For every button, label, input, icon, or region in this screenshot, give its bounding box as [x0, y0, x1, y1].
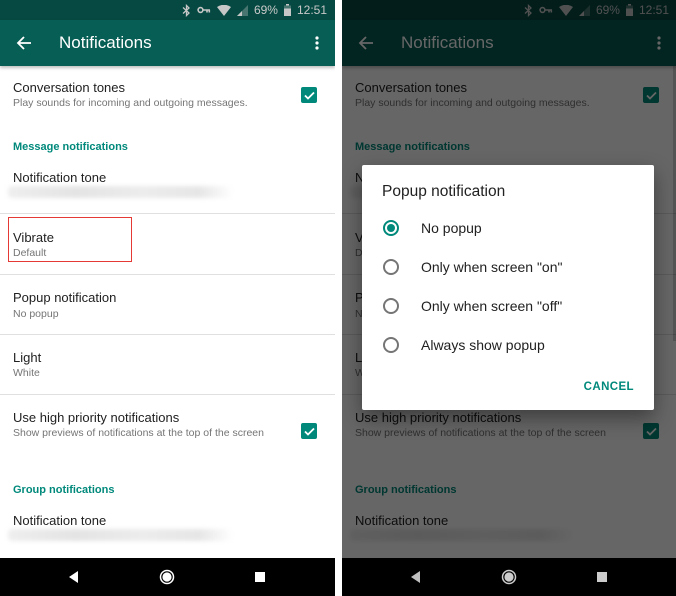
battery-icon	[283, 3, 291, 17]
pref-conversation-tones[interactable]: Conversation tones Play sounds for incom…	[0, 66, 335, 126]
blurred-summary	[8, 186, 233, 198]
app-bar: Notifications	[0, 20, 335, 66]
radio-button[interactable]	[383, 298, 399, 314]
highlight-box	[8, 217, 132, 262]
nav-recents-button[interactable]	[592, 567, 612, 587]
check-icon	[303, 91, 315, 100]
pref-title: Light	[13, 350, 42, 365]
nav-home-icon	[159, 569, 175, 585]
pref-light[interactable]: Light White	[0, 335, 335, 395]
pref-title: Notification tone	[13, 513, 107, 528]
option-only-screen-off[interactable]: Only when screen "off"	[362, 288, 654, 324]
nav-home-button[interactable]	[499, 567, 519, 587]
option-label: No popup	[421, 220, 482, 236]
blurred-summary	[8, 529, 233, 541]
popup-notification-dialog: Popup notification No popup Only when sc…	[362, 165, 654, 410]
status-bar: 69% 12:51	[0, 0, 335, 20]
pref-message-notification-tone[interactable]: Notification tone	[0, 158, 335, 213]
pref-title: Use high priority notifications	[13, 410, 180, 425]
navigation-bar	[342, 558, 676, 596]
pref-high-priority[interactable]: Use high priority notifications Show pre…	[0, 395, 335, 465]
arrow-back-icon	[16, 36, 31, 50]
vpn-key-icon	[197, 3, 211, 17]
navigation-bar	[0, 558, 335, 596]
clock: 12:51	[296, 3, 327, 17]
cell-signal-icon	[236, 3, 248, 17]
pref-group-notification-tone[interactable]: Notification tone	[0, 501, 335, 556]
option-label: Only when screen "off"	[421, 298, 563, 314]
cancel-button[interactable]: CANCEL	[584, 380, 634, 394]
radio-button[interactable]	[383, 259, 399, 275]
nav-recents-icon	[597, 572, 607, 582]
high-priority-checkbox[interactable]	[301, 423, 317, 439]
nav-back-icon	[69, 571, 78, 583]
dialog-title: Popup notification	[382, 183, 506, 200]
pref-title: Notification tone	[13, 170, 107, 185]
nav-back-button[interactable]	[64, 567, 84, 587]
nav-recents-icon	[255, 572, 265, 582]
option-label: Only when screen "on"	[421, 259, 563, 275]
category-message-notifications: Message notifications	[13, 141, 128, 153]
settings-list: Conversation tones Play sounds for incom…	[0, 66, 335, 558]
settings-screen: 69% 12:51 Notifications Conversation ton…	[0, 0, 335, 596]
wifi-icon	[216, 3, 231, 17]
back-button[interactable]	[12, 31, 36, 55]
radio-button-selected[interactable]	[383, 220, 399, 236]
nav-back-button[interactable]	[406, 567, 426, 587]
pref-summary: White	[13, 367, 40, 379]
pref-summary: Show previews of notifications at the to…	[13, 427, 264, 439]
radio-button[interactable]	[383, 337, 399, 353]
check-icon	[303, 427, 315, 436]
pref-popup-notification[interactable]: Popup notification No popup	[0, 275, 335, 334]
overflow-menu-button[interactable]	[307, 31, 327, 55]
category-group-notifications: Group notifications	[13, 484, 115, 496]
pref-title: Popup notification	[13, 290, 117, 305]
option-only-screen-on[interactable]: Only when screen "on"	[362, 249, 654, 285]
nav-back-icon	[411, 571, 420, 583]
option-always-show-popup[interactable]: Always show popup	[362, 327, 654, 363]
pref-title: Conversation tones	[13, 80, 126, 95]
bluetooth-icon	[182, 3, 191, 17]
nav-home-button[interactable]	[157, 567, 177, 587]
option-no-popup[interactable]: No popup	[362, 210, 654, 246]
settings-screen-with-dialog: 69% 12:51 Notifications Conversation ton…	[342, 0, 676, 596]
pref-summary: Play sounds for incoming and outgoing me…	[13, 97, 248, 109]
conversation-tones-checkbox[interactable]	[301, 87, 317, 103]
option-label: Always show popup	[421, 337, 545, 353]
more-vert-icon	[315, 36, 319, 50]
pref-summary: No popup	[13, 308, 59, 320]
page-title: Notifications	[59, 33, 152, 52]
battery-percent: 69%	[253, 3, 278, 17]
nav-recents-button[interactable]	[250, 567, 270, 587]
nav-home-icon	[501, 569, 517, 585]
